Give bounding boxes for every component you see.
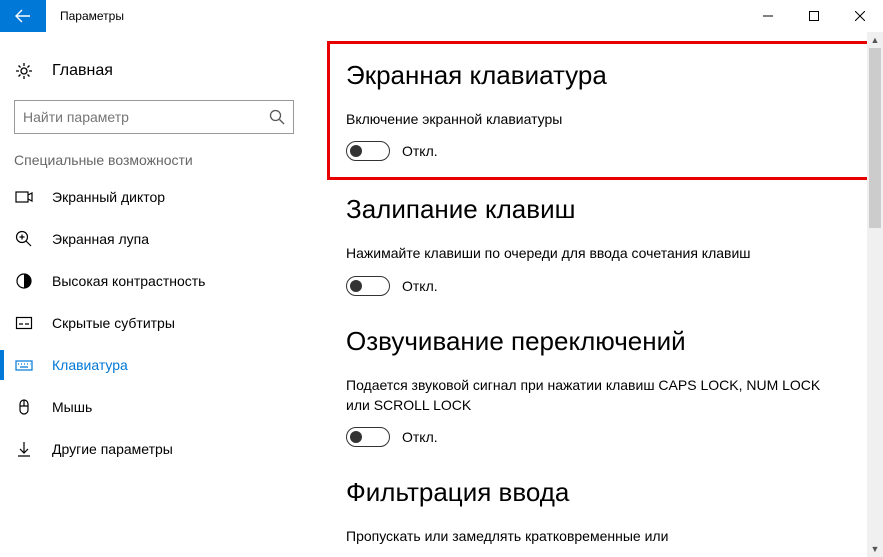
sidebar-item-label: Скрытые субтитры: [52, 315, 175, 331]
section-desc: Нажимайте клавиши по очереди для ввода с…: [346, 243, 826, 263]
close-button[interactable]: [837, 0, 883, 32]
sidebar-home[interactable]: Главная: [0, 52, 308, 90]
section-heading: Фильтрация ввода: [346, 477, 859, 508]
sidebar-item-label: Другие параметры: [52, 441, 173, 457]
close-icon: [855, 11, 865, 21]
captions-icon: [14, 314, 34, 332]
sidebar-item-contrast[interactable]: Высокая контрастность: [0, 260, 308, 302]
section-filter: Фильтрация ввода Пропускать или замедлят…: [346, 477, 859, 546]
minimize-button[interactable]: [745, 0, 791, 32]
search-icon: [269, 109, 285, 125]
toggle-state-label: Откл.: [402, 429, 438, 445]
sidebar-item-label: Мышь: [52, 399, 92, 415]
sidebar-item-label: Экранная лупа: [52, 231, 149, 247]
section-toggle-sounds: Озвучивание переключений Подается звуков…: [346, 326, 859, 448]
titlebar: Параметры: [0, 0, 883, 32]
sidebar-item-captions[interactable]: Скрытые субтитры: [0, 302, 308, 344]
gear-icon: [14, 62, 34, 80]
sidebar-item-narrator[interactable]: Экранный диктор: [0, 176, 308, 218]
magnifier-icon: [14, 230, 34, 248]
sidebar-item-keyboard[interactable]: Клавиатура: [0, 344, 308, 386]
section-heading: Залипание клавиш: [346, 194, 859, 225]
section-desc: Включение экранной клавиатуры: [346, 109, 826, 129]
scrollbar-thumb[interactable]: [869, 48, 881, 228]
toggle-state-label: Откл.: [402, 278, 438, 294]
contrast-icon: [14, 272, 34, 290]
toggle-sounds[interactable]: Откл.: [346, 427, 859, 447]
other-icon: [14, 440, 34, 458]
arrow-left-icon: [15, 8, 31, 24]
section-osk: Экранная клавиатура Включение экранной к…: [327, 41, 878, 180]
minimize-icon: [763, 11, 773, 21]
sidebar-item-label: Клавиатура: [52, 357, 128, 373]
narrator-icon: [14, 188, 34, 206]
scroll-up-icon[interactable]: ▲: [867, 32, 883, 48]
search-input-container[interactable]: [14, 100, 294, 134]
sidebar-home-label: Главная: [52, 62, 113, 80]
section-heading: Озвучивание переключений: [346, 326, 859, 357]
section-desc: Пропускать или замедлять кратковременные…: [346, 526, 826, 546]
content-pane: Экранная клавиатура Включение экранной к…: [308, 32, 883, 557]
back-button[interactable]: [0, 0, 46, 32]
section-desc: Подается звуковой сигнал при нажатии кла…: [346, 375, 826, 416]
maximize-icon: [809, 11, 819, 21]
sidebar-item-magnifier[interactable]: Экранная лупа: [0, 218, 308, 260]
sidebar-item-other[interactable]: Другие параметры: [0, 428, 308, 470]
toggle-osk[interactable]: Откл.: [346, 141, 859, 161]
toggle-track: [346, 427, 390, 447]
sidebar-item-label: Высокая контрастность: [52, 273, 205, 289]
section-sticky: Залипание клавиш Нажимайте клавиши по оч…: [346, 194, 859, 295]
vertical-scrollbar[interactable]: ▲ ▼: [867, 32, 883, 557]
sidebar-group-label: Специальные возможности: [0, 152, 308, 176]
toggle-sticky[interactable]: Откл.: [346, 276, 859, 296]
toggle-track: [346, 141, 390, 161]
keyboard-icon: [14, 356, 34, 374]
sidebar-item-mouse[interactable]: Мышь: [0, 386, 308, 428]
sidebar-item-label: Экранный диктор: [52, 189, 165, 205]
toggle-state-label: Откл.: [402, 143, 438, 159]
search-input[interactable]: [23, 109, 269, 125]
window-title: Параметры: [46, 9, 124, 23]
sidebar: Главная Специальные возможности Экранный…: [0, 32, 308, 557]
scroll-down-icon[interactable]: ▼: [867, 541, 883, 557]
toggle-track: [346, 276, 390, 296]
maximize-button[interactable]: [791, 0, 837, 32]
section-heading: Экранная клавиатура: [346, 60, 859, 91]
mouse-icon: [14, 398, 34, 416]
